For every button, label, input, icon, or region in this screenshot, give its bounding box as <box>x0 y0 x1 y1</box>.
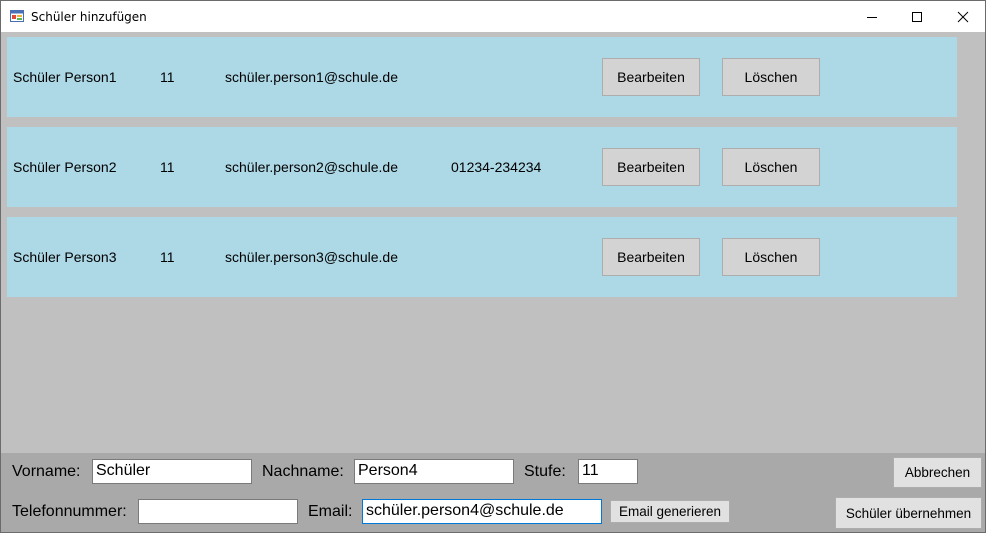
app-form-icon <box>10 9 24 23</box>
telefon-input[interactable] <box>138 499 298 524</box>
generate-email-button[interactable]: Email generieren <box>610 500 730 523</box>
vorname-label: Vorname: <box>12 463 81 480</box>
student-list-panel[interactable]: Schüler Person1 11 schüler.person1@schul… <box>1 32 985 453</box>
student-row: Schüler Person2 11 schüler.person2@schul… <box>7 127 957 207</box>
title-bar[interactable]: Schüler hinzufügen <box>1 1 985 32</box>
student-name: Schüler Person1 <box>13 69 117 85</box>
maximize-button[interactable] <box>894 1 940 32</box>
delete-button[interactable]: Löschen <box>722 148 820 186</box>
edit-button[interactable]: Bearbeiten <box>602 238 700 276</box>
maximize-icon <box>912 11 922 22</box>
vorname-input[interactable]: Schüler <box>92 459 252 484</box>
student-email: schüler.person3@schule.de <box>225 249 398 265</box>
minimize-button[interactable] <box>849 1 895 32</box>
student-row: Schüler Person3 11 schüler.person3@schul… <box>7 217 957 297</box>
student-row: Schüler Person1 11 schüler.person1@schul… <box>7 37 957 117</box>
delete-button[interactable]: Löschen <box>722 238 820 276</box>
add-student-form: Vorname: Schüler Nachname: Person4 Stufe… <box>1 453 985 532</box>
email-input[interactable]: schüler.person4@schule.de <box>362 499 602 524</box>
close-icon <box>957 11 969 22</box>
submit-student-button[interactable]: Schüler übernehmen <box>835 497 982 529</box>
student-phone: 01234-234234 <box>451 159 542 175</box>
student-email: schüler.person2@schule.de <box>225 159 398 175</box>
email-label: Email: <box>308 503 353 520</box>
app-window: Schüler hinzufügen Schüler Person1 11 sc… <box>0 0 986 533</box>
telefon-label: Telefonnummer: <box>12 503 127 520</box>
student-grade: 11 <box>160 159 175 175</box>
nachname-label: Nachname: <box>262 463 344 480</box>
cancel-button[interactable]: Abbrechen <box>893 457 982 488</box>
student-grade: 11 <box>160 249 175 265</box>
delete-button[interactable]: Löschen <box>722 58 820 96</box>
student-name: Schüler Person3 <box>13 249 117 265</box>
stufe-input[interactable]: 11 <box>578 459 638 484</box>
edit-button[interactable]: Bearbeiten <box>602 58 700 96</box>
stufe-label: Stufe: <box>524 463 566 480</box>
close-button[interactable] <box>940 1 986 32</box>
edit-button[interactable]: Bearbeiten <box>602 148 700 186</box>
minimize-icon <box>867 16 877 18</box>
student-grade: 11 <box>160 69 175 85</box>
window-title: Schüler hinzufügen <box>31 10 147 24</box>
student-email: schüler.person1@schule.de <box>225 69 398 85</box>
student-name: Schüler Person2 <box>13 159 117 175</box>
nachname-input[interactable]: Person4 <box>354 459 514 484</box>
